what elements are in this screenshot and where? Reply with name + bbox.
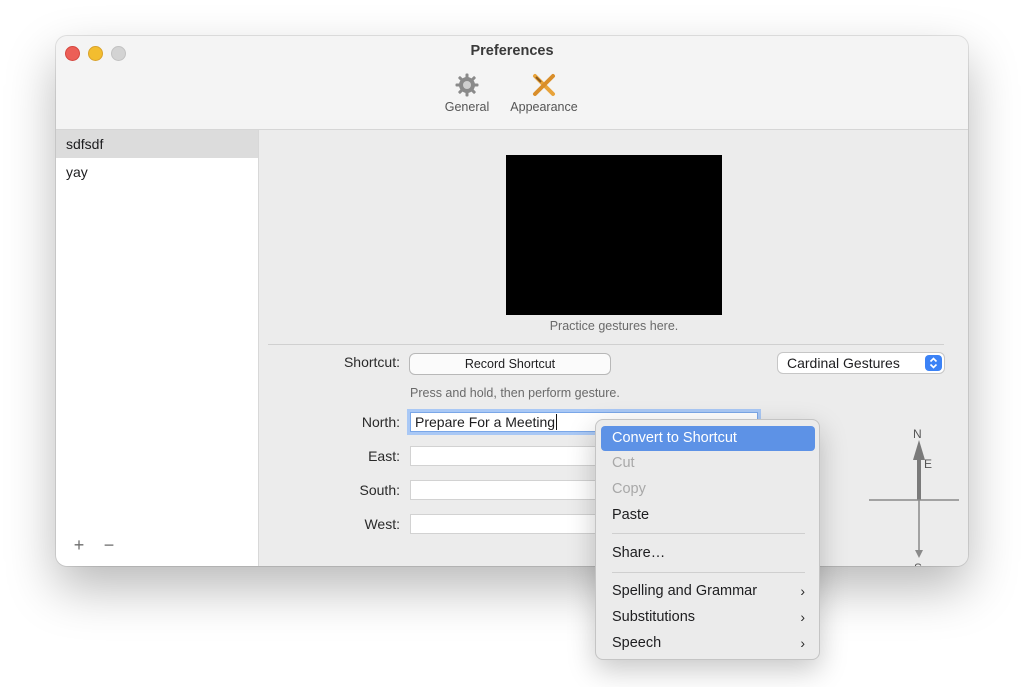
toolbar-general-tab[interactable]: General: [438, 72, 496, 114]
menu-item-label: Speech: [612, 635, 662, 651]
toolbar-appearance-tab[interactable]: Appearance: [504, 72, 584, 114]
menu-item-substitutions[interactable]: Substitutions ›: [601, 605, 815, 630]
shortcut-label: Shortcut:: [343, 354, 400, 370]
south-label: South:: [359, 482, 400, 498]
text-caret: [556, 414, 558, 430]
compass-e-label: E: [924, 457, 933, 471]
north-field-value: Prepare For a Meeting: [415, 414, 556, 430]
east-label: East:: [368, 448, 400, 464]
menu-item-spelling-and-grammar[interactable]: Spelling and Grammar ›: [601, 579, 815, 604]
divider: [268, 344, 944, 345]
record-shortcut-button[interactable]: Record Shortcut: [409, 353, 611, 375]
toolbar-general-label: General: [444, 100, 490, 114]
menu-separator: [612, 533, 805, 534]
window-title: Preferences: [470, 43, 554, 59]
menu-item-speech[interactable]: Speech ›: [601, 631, 815, 656]
menu-item-label: Substitutions: [612, 609, 696, 625]
sidebar-buttons: + −: [68, 535, 120, 556]
menu-separator: [612, 572, 805, 573]
appearance-tools-icon: [533, 74, 555, 96]
preferences-window: Preferences General Appearance sdfsdf ya…: [56, 36, 968, 566]
add-item-button[interactable]: +: [68, 535, 90, 556]
menu-item-share[interactable]: Share…: [601, 541, 815, 566]
west-label: West:: [364, 516, 400, 532]
remove-item-button[interactable]: −: [98, 535, 120, 556]
menu-item-convert-to-shortcut[interactable]: Convert to Shortcut: [601, 426, 815, 451]
chevron-right-icon: ›: [800, 609, 805, 625]
compass-diagram: N S: [869, 427, 959, 566]
updown-chevron-icon: [925, 355, 942, 371]
sidebar-item[interactable]: yay: [56, 158, 258, 186]
gesture-type-popup[interactable]: Cardinal Gestures: [777, 352, 945, 374]
gesture-sidebar: sdfsdf yay + −: [56, 130, 259, 566]
compass-n-label: N: [913, 427, 922, 441]
toolbar-appearance-label: Appearance: [510, 100, 578, 114]
menu-item-cut[interactable]: Cut: [601, 451, 815, 476]
gesture-type-value: Cardinal Gestures: [787, 355, 900, 371]
sidebar-item[interactable]: sdfsdf: [56, 130, 258, 158]
menu-item-paste[interactable]: Paste: [601, 503, 815, 528]
gesture-practice-canvas[interactable]: [506, 155, 722, 315]
menu-item-label: Spelling and Grammar: [612, 583, 758, 599]
context-menu: Convert to Shortcut Cut Copy Paste Share…: [595, 419, 820, 660]
chevron-right-icon: ›: [800, 635, 805, 651]
north-label: North:: [361, 414, 400, 430]
practice-caption: Practice gestures here.: [549, 319, 679, 333]
title-bar: Preferences General Appearance: [56, 36, 968, 130]
shortcut-hint: Press and hold, then perform gesture.: [410, 386, 620, 400]
chevron-right-icon: ›: [800, 583, 805, 599]
menu-item-copy[interactable]: Copy: [601, 477, 815, 502]
compass-s-label: S: [914, 561, 922, 566]
gear-icon: [455, 73, 479, 97]
